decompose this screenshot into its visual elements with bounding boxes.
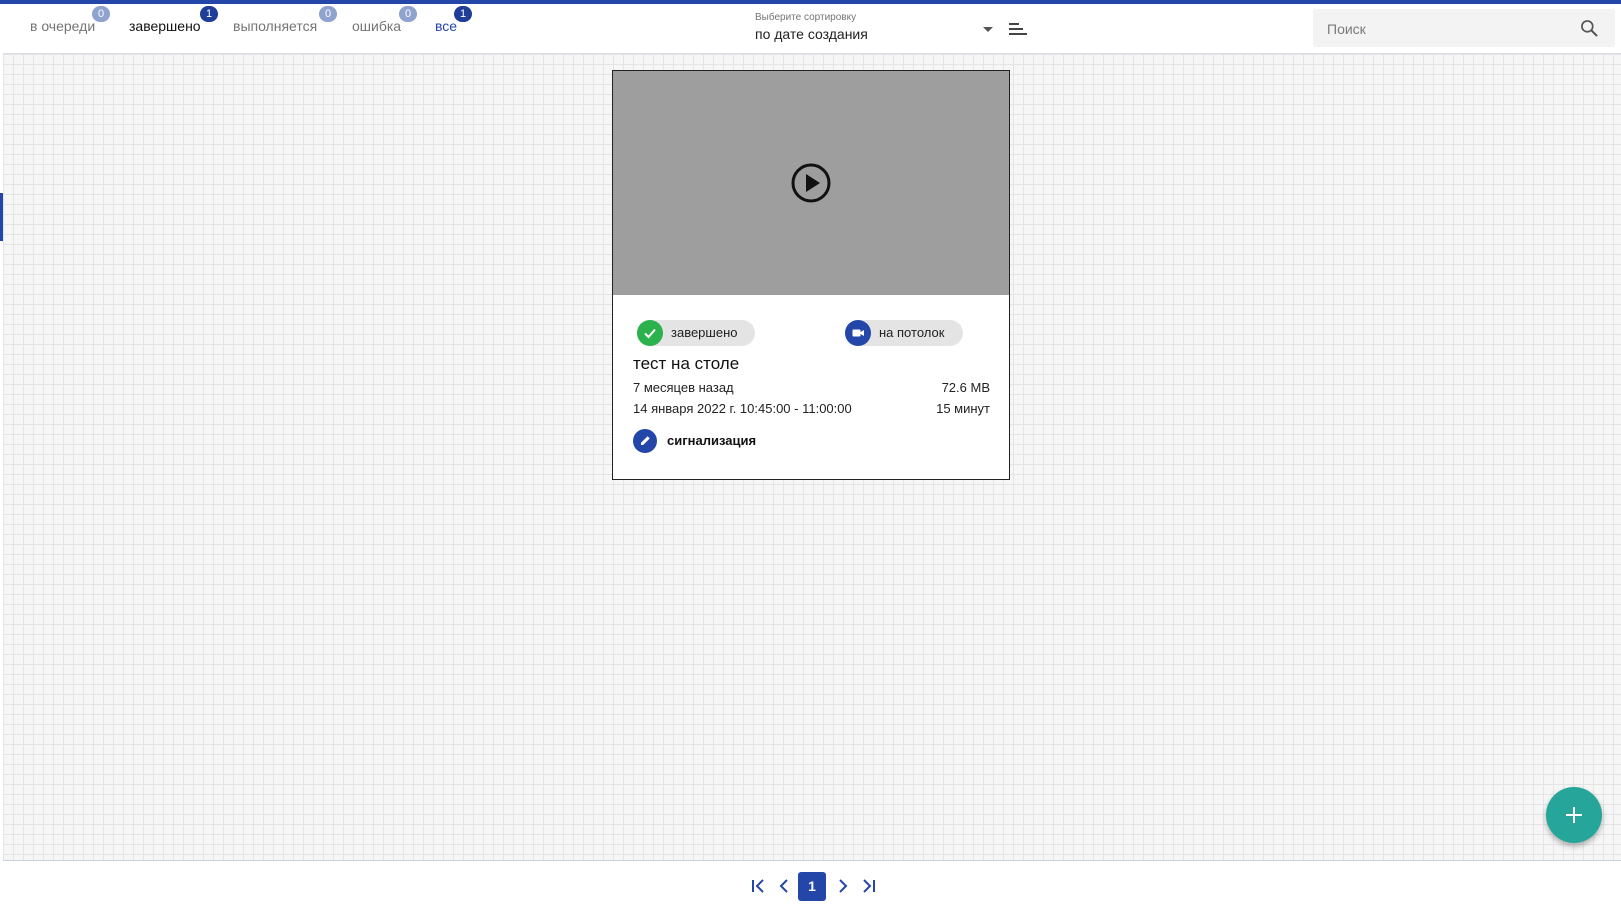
sort-select[interactable]: Выберите сортировку по дате создания xyxy=(755,12,1005,46)
recording-size: 72.6 MB xyxy=(941,380,990,395)
tab-completed-count-badge: 1 xyxy=(200,6,218,22)
sort-select-value: по дате создания xyxy=(755,26,868,42)
tab-error[interactable]: ошибка 0 xyxy=(352,6,417,34)
videocam-icon xyxy=(845,320,871,346)
previous-page-icon[interactable] xyxy=(773,875,795,897)
top-toolbar: в очереди 0 завершено 1 выполняется 0 ош… xyxy=(3,4,1621,54)
next-page-icon[interactable] xyxy=(832,875,854,897)
recording-card[interactable]: завершено на потолок тест на столе 7 мес… xyxy=(612,70,1010,480)
pagination-bar: 1 xyxy=(3,860,1621,912)
tab-completed-label: завершено xyxy=(129,18,201,34)
pencil-icon[interactable] xyxy=(633,429,657,453)
check-icon xyxy=(637,320,663,346)
status-chip: завершено xyxy=(637,320,755,346)
recording-relative-time: 7 месяцев назад xyxy=(633,380,734,395)
play-circle-icon[interactable] xyxy=(790,162,832,204)
search-input[interactable] xyxy=(1325,18,1569,40)
tab-in-progress-label: выполняется xyxy=(233,18,318,34)
tab-queued-count-badge: 0 xyxy=(92,6,110,22)
tab-all-count-badge: 1 xyxy=(454,6,472,22)
chevron-down-icon xyxy=(983,27,993,32)
tab-all[interactable]: все 1 xyxy=(435,6,472,34)
tab-all-label: все xyxy=(435,18,458,34)
sort-order-icon[interactable] xyxy=(1009,22,1027,36)
tab-in-progress[interactable]: выполняется 0 xyxy=(233,6,337,34)
recording-duration: 15 минут xyxy=(936,401,990,416)
plus-icon xyxy=(1566,807,1582,823)
recording-date-range: 14 января 2022 г. 10:45:00 - 11:00:00 xyxy=(633,401,852,416)
sort-select-label: Выберите сортировку xyxy=(755,12,857,23)
camera-chip-label: на потолок xyxy=(879,325,945,340)
search-icon[interactable] xyxy=(1579,18,1599,38)
recording-tag: сигнализация xyxy=(667,433,757,448)
add-recording-button[interactable] xyxy=(1546,787,1602,843)
first-page-icon[interactable] xyxy=(747,875,769,897)
tab-in-progress-count-badge: 0 xyxy=(319,6,337,22)
tab-error-count-badge: 0 xyxy=(399,6,417,22)
status-chip-label: завершено xyxy=(671,325,738,340)
tab-queued[interactable]: в очереди 0 xyxy=(30,6,110,34)
tab-queued-label: в очереди xyxy=(30,18,96,34)
last-page-icon[interactable] xyxy=(858,875,880,897)
current-page-button[interactable]: 1 xyxy=(798,872,826,901)
camera-chip: на потолок xyxy=(845,320,963,346)
recording-title: тест на столе xyxy=(633,354,740,373)
tab-completed[interactable]: завершено 1 xyxy=(129,6,218,34)
tab-error-label: ошибка xyxy=(352,18,402,34)
video-thumbnail[interactable] xyxy=(613,71,1009,295)
search-box xyxy=(1313,9,1615,47)
